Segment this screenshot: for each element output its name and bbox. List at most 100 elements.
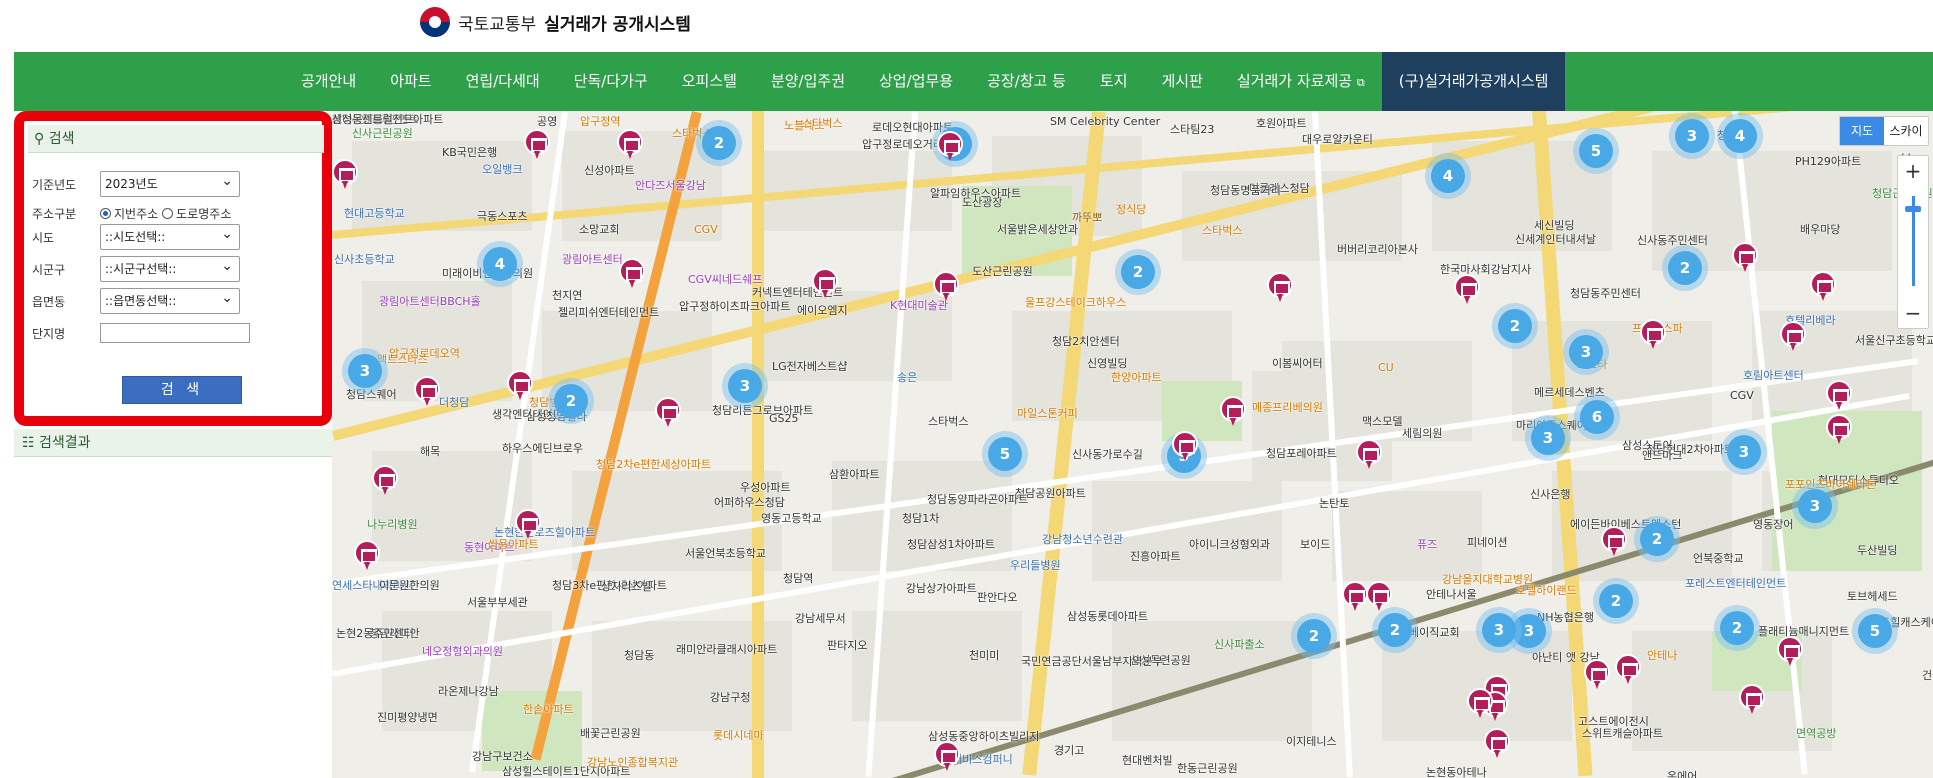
transaction-cluster[interactable]: 2 xyxy=(1634,516,1680,562)
building-pin-icon[interactable] xyxy=(1584,659,1610,689)
cluster-count: 2 xyxy=(1599,584,1633,618)
transaction-cluster[interactable]: 3 xyxy=(342,348,388,394)
nav-item-data[interactable]: 실거래가 자료제공 ⧉ xyxy=(1220,52,1382,111)
transaction-cluster[interactable]: 3 xyxy=(1476,607,1522,653)
building-pin-icon[interactable] xyxy=(1342,581,1368,611)
transaction-cluster[interactable]: 3 xyxy=(1563,329,1609,375)
building-pin-icon[interactable] xyxy=(372,465,398,495)
nav-item-rowhouse[interactable]: 연립/다세대 xyxy=(449,52,557,111)
transaction-cluster[interactable]: 2 xyxy=(1593,578,1639,624)
nav-item-board[interactable]: 게시판 xyxy=(1145,52,1220,111)
transaction-cluster[interactable]: 2 xyxy=(548,378,594,424)
sido-row: 시도 ::시도선택:: xyxy=(32,222,240,250)
map-place-label: 극동스포츠 xyxy=(477,210,528,223)
transaction-cluster[interactable]: 5 xyxy=(1852,608,1898,654)
nav-item-guide[interactable]: 공개안내 xyxy=(284,52,373,111)
nav-item-apartment[interactable]: 아파트 xyxy=(373,52,448,111)
building-pin-icon[interactable] xyxy=(354,540,380,570)
nav-item-factory[interactable]: 공장/창고 등 xyxy=(970,52,1083,111)
building-pin-icon[interactable] xyxy=(414,376,440,406)
nav-item-presale[interactable]: 분양/입주권 xyxy=(754,52,862,111)
building-pin-icon[interactable] xyxy=(933,271,959,301)
building-pin-icon[interactable] xyxy=(1732,242,1758,272)
map-place-label: 우성아파트 xyxy=(740,481,791,494)
building-pin-icon[interactable] xyxy=(1454,274,1480,304)
building-pin-icon[interactable] xyxy=(1810,271,1836,301)
building-pin-icon[interactable] xyxy=(332,159,358,189)
map[interactable]: 신사근린공원 공영 압구정역 스타벅스 노블레스 스타벅스 로데오현대아파트 압구정로데오거리… xyxy=(332,111,1933,778)
transaction-cluster[interactable]: 2 xyxy=(1115,249,1161,295)
building-pin-icon[interactable] xyxy=(507,370,533,400)
building-pin-icon[interactable] xyxy=(617,129,643,159)
cluster-count: 2 xyxy=(702,126,736,160)
transaction-cluster[interactable]: 5 xyxy=(982,431,1028,477)
map-type-map-button[interactable]: 지도 xyxy=(1840,117,1884,145)
transaction-cluster[interactable]: 2 xyxy=(1372,607,1418,653)
building-pin-icon[interactable] xyxy=(1777,636,1803,666)
building-pin-icon[interactable] xyxy=(1366,581,1392,611)
building-pin-icon[interactable] xyxy=(1267,272,1293,302)
building-pin-icon[interactable] xyxy=(1826,414,1852,444)
building-pin-icon[interactable] xyxy=(1826,380,1852,410)
building-pin-icon[interactable] xyxy=(1172,431,1198,461)
map-place-label: 토브헤세드 xyxy=(1847,590,1898,603)
jibun-radio[interactable] xyxy=(100,208,111,219)
building-pin-icon[interactable] xyxy=(1780,321,1806,351)
building-pin-icon[interactable] xyxy=(812,268,838,298)
transaction-cluster[interactable]: 4 xyxy=(477,241,523,287)
site-logo[interactable]: 국토교통부 실거래가 공개시스템 xyxy=(420,7,691,37)
search-button[interactable]: 검 색 xyxy=(122,376,242,404)
cluster-count: 2 xyxy=(1668,251,1702,285)
building-pin-icon[interactable] xyxy=(937,131,963,161)
transaction-cluster[interactable]: 3 xyxy=(1669,113,1715,159)
transaction-cluster[interactable]: 2 xyxy=(1714,605,1760,651)
building-pin-icon[interactable] xyxy=(934,741,960,771)
sido-select[interactable]: ::시도선택:: xyxy=(100,222,240,250)
year-select[interactable]: 2023년도 xyxy=(100,169,240,197)
building-pin-icon[interactable] xyxy=(515,509,541,539)
building-pin-icon[interactable] xyxy=(1220,396,1246,426)
dong-select[interactable]: ::읍면동선택:: xyxy=(100,286,240,314)
nav-item-commercial[interactable]: 상업/업무용 xyxy=(862,52,970,111)
nav-item-old-system[interactable]: (구)실거래가공개시스템 xyxy=(1381,52,1566,111)
transaction-cluster[interactable]: 3 xyxy=(722,363,768,409)
nav-item-officetel[interactable]: 오피스텔 xyxy=(665,52,754,111)
building-pin-icon[interactable] xyxy=(1356,439,1382,469)
transaction-cluster[interactable]: 2 xyxy=(696,120,742,166)
building-pin-icon[interactable] xyxy=(619,258,645,288)
map-place-label: 안테나서울 xyxy=(1426,588,1477,601)
transaction-cluster[interactable]: 4 xyxy=(1717,113,1763,159)
map-place-label: 에이오엠지 xyxy=(797,304,848,317)
zoom-handle[interactable] xyxy=(1905,206,1921,212)
road-radio[interactable] xyxy=(162,208,174,219)
complex-name-input[interactable] xyxy=(100,323,250,343)
map-place-label: 한양아파트 xyxy=(1111,371,1162,384)
transaction-cluster[interactable]: 4 xyxy=(1425,153,1471,199)
transaction-cluster[interactable]: 5 xyxy=(1573,128,1619,174)
nav-item-land[interactable]: 토지 xyxy=(1083,52,1145,111)
transaction-cluster[interactable]: 3 xyxy=(1721,429,1767,475)
building-pin-icon[interactable] xyxy=(1467,688,1493,718)
building-pin-icon[interactable] xyxy=(655,397,681,427)
transaction-cluster[interactable]: 2 xyxy=(1291,613,1337,659)
cluster-count: 3 xyxy=(348,354,382,388)
map-place-label: 신사동주민센터 xyxy=(1637,234,1708,247)
building-pin-icon[interactable] xyxy=(1615,654,1641,684)
transaction-cluster[interactable]: 6 xyxy=(1574,394,1620,440)
list-icon: ☷ xyxy=(22,435,35,451)
building-pin-icon[interactable] xyxy=(1739,684,1765,714)
transaction-cluster[interactable]: 2 xyxy=(1662,245,1708,291)
building-pin-icon[interactable] xyxy=(524,129,550,159)
zoom-in-button[interactable]: + xyxy=(1898,156,1928,186)
building-pin-icon[interactable] xyxy=(1601,526,1627,556)
building-pin-icon[interactable] xyxy=(1640,319,1666,349)
building-pin-icon[interactable] xyxy=(1484,728,1510,758)
nav-item-detached[interactable]: 단독/다가구 xyxy=(557,52,665,111)
sigungu-select[interactable]: ::시군구선택:: xyxy=(100,254,240,282)
zoom-out-button[interactable]: − xyxy=(1898,298,1928,328)
map-place-label: 청담동양파라곤아파트 xyxy=(927,493,1029,506)
transaction-cluster[interactable]: 3 xyxy=(1525,415,1571,461)
map-type-skyview-button[interactable]: 스카이뷰 xyxy=(1884,117,1928,166)
transaction-cluster[interactable]: 3 xyxy=(1792,483,1838,529)
transaction-cluster[interactable]: 2 xyxy=(1492,303,1538,349)
